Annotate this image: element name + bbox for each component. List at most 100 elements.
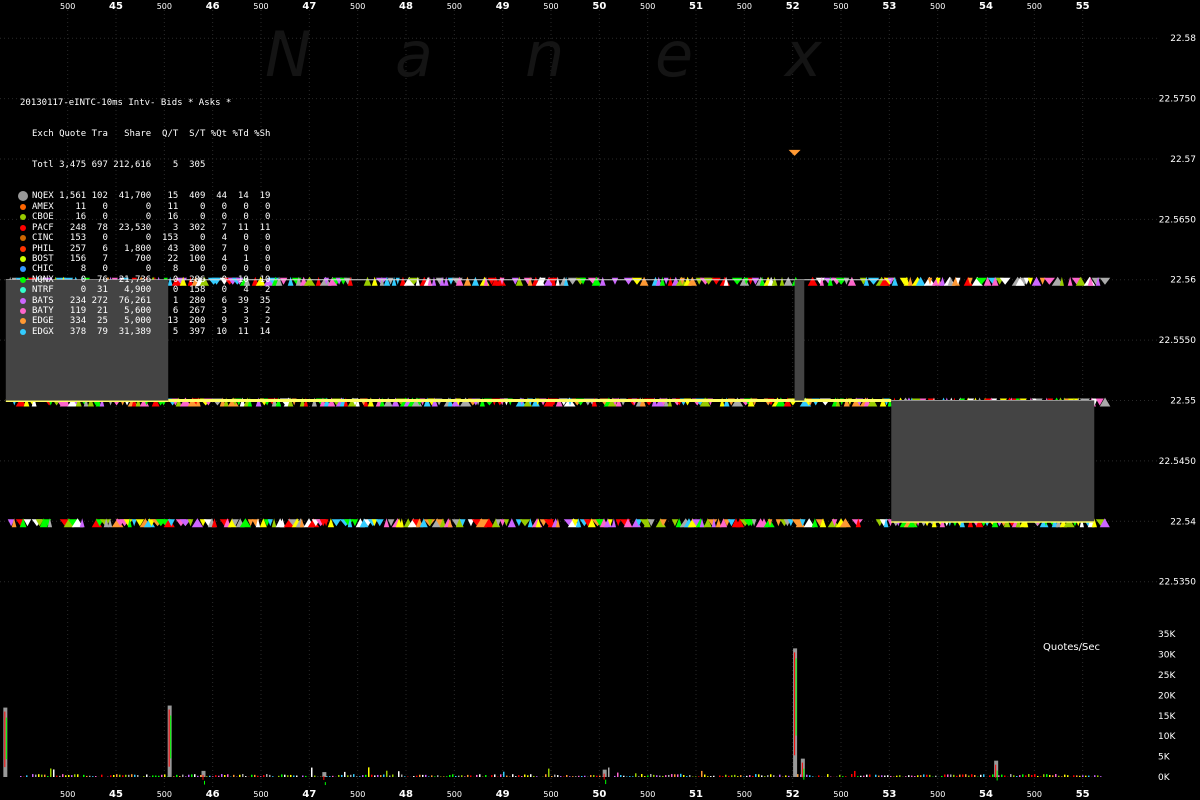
volume-bar: [476, 774, 478, 777]
volume-bar: [131, 774, 133, 777]
volume-bar: [971, 774, 973, 777]
volume-bar: [338, 774, 340, 777]
volume-bar: [743, 776, 745, 777]
x-tick-label: 52: [786, 789, 800, 800]
volume-bar: [254, 774, 256, 777]
volume-bar: [116, 774, 118, 777]
volume-bar: [683, 775, 685, 777]
volume-bar: [1037, 775, 1039, 777]
volume-bar: [572, 776, 574, 777]
volume-bar: [956, 775, 958, 777]
volume-bar: [365, 774, 367, 777]
volume-bar: [1097, 775, 1099, 777]
volume-bar: [1073, 775, 1075, 777]
volume-bar: [341, 774, 343, 777]
x-tick-label: 500: [640, 2, 655, 11]
volume-tick-label: 0K: [1158, 773, 1171, 783]
x-tick-label: 47: [302, 1, 316, 12]
volume-bar: [512, 774, 514, 777]
quote-mark: [1067, 276, 1073, 286]
volume-bar: [596, 775, 598, 777]
volume-bar: [1064, 774, 1066, 777]
volume-spike-green: [605, 779, 607, 785]
x-tick-label: 50: [592, 789, 606, 800]
volume-bar: [866, 774, 868, 777]
volume-bar: [458, 775, 460, 777]
volume-spike-red: [801, 762, 803, 778]
volume-bar: [38, 774, 40, 777]
volume-spike-red: [4, 711, 6, 768]
volume-bar: [647, 775, 649, 777]
volume-spike-red: [794, 652, 796, 756]
volume-bar: [806, 774, 808, 777]
volume-bar: [635, 773, 637, 777]
volume-bar: [896, 775, 898, 777]
stats-row-phil: PHIL 257 6 1,800 43 300 7 0 0: [20, 244, 270, 254]
stats-row-text: NQEX 1,561 102 41,700 15 409 44 14 19: [32, 191, 271, 202]
volume-bar: [950, 774, 952, 777]
volume-bar: [224, 775, 226, 777]
volume-bar: [746, 775, 748, 777]
volume-bar: [188, 774, 190, 777]
stats-row-pacf: PACF 248 78 23,530 3 302 7 11 11: [20, 222, 271, 233]
volume-bar: [185, 776, 187, 777]
x-tick-label: 500: [447, 2, 462, 11]
x-tick-label: 53: [882, 789, 896, 800]
volume-bar: [419, 774, 421, 777]
volume-bar: [929, 774, 931, 777]
volume-bar: [305, 775, 307, 777]
x-tick-label: 500: [157, 2, 172, 11]
stats-row-text: PACF 248 78 23,530 3 302 7 11 11: [32, 222, 271, 233]
quote-mark: [503, 519, 510, 527]
volume-bar: [176, 774, 178, 777]
x-tick-label: 500: [157, 790, 172, 799]
volume-bar: [719, 775, 721, 777]
volume-bar: [965, 774, 967, 777]
volume-bar: [26, 775, 28, 777]
volume-bar: [575, 776, 577, 777]
volume-bar: [41, 774, 43, 777]
quote-mark: [623, 277, 634, 285]
volume-bar: [1043, 774, 1045, 777]
volume-bar: [296, 775, 298, 777]
volume-bar: [239, 774, 241, 777]
volume-bar: [1004, 775, 1006, 777]
price-tick-label: 22.56: [1170, 276, 1196, 286]
volume-bar: [125, 774, 127, 777]
volume-bar: [569, 776, 571, 777]
volume-bar: [875, 774, 877, 777]
volume-bar: [56, 775, 58, 777]
volume-spike-red: [603, 773, 605, 780]
volume-bar: [1061, 776, 1063, 777]
volume-bar: [962, 774, 964, 777]
volume-bar: [767, 775, 769, 777]
volume-bar: [737, 776, 739, 777]
volume-bar: [1019, 775, 1021, 777]
quote-mark: [1039, 277, 1046, 285]
price-tick-label: 22.5750: [1159, 95, 1196, 105]
quote-mark: [611, 277, 619, 285]
x-tick-label: 55: [1076, 789, 1090, 800]
quote-mark: [567, 277, 578, 285]
volume-bar: [1082, 775, 1084, 777]
x-tick-label: 500: [60, 790, 75, 799]
volume-bar: [860, 775, 862, 777]
exchange-color-icon: [20, 255, 26, 262]
volume-spike-green: [795, 658, 797, 736]
volume-bar: [278, 775, 280, 777]
volume-bar: [878, 775, 880, 777]
volume-bar: [359, 776, 361, 777]
x-tick-label: 500: [350, 2, 365, 11]
volume-bar: [374, 775, 376, 777]
volume-bar: [869, 774, 871, 777]
volume-bar: [914, 776, 916, 777]
volume-bar: [146, 774, 148, 777]
volume-bar: [506, 775, 508, 777]
volume-bar: [761, 775, 763, 777]
stats-row-text: EDGX 378 79 31,389 5 397 10 11 14: [32, 326, 271, 337]
volume-bar: [158, 775, 160, 777]
stats-row-text: BOST 156 7 700 22 100 4 1 0: [32, 253, 271, 264]
volume-bar: [479, 774, 481, 777]
price-tick-label: 22.5650: [1159, 215, 1196, 225]
volume-bar: [89, 775, 91, 777]
